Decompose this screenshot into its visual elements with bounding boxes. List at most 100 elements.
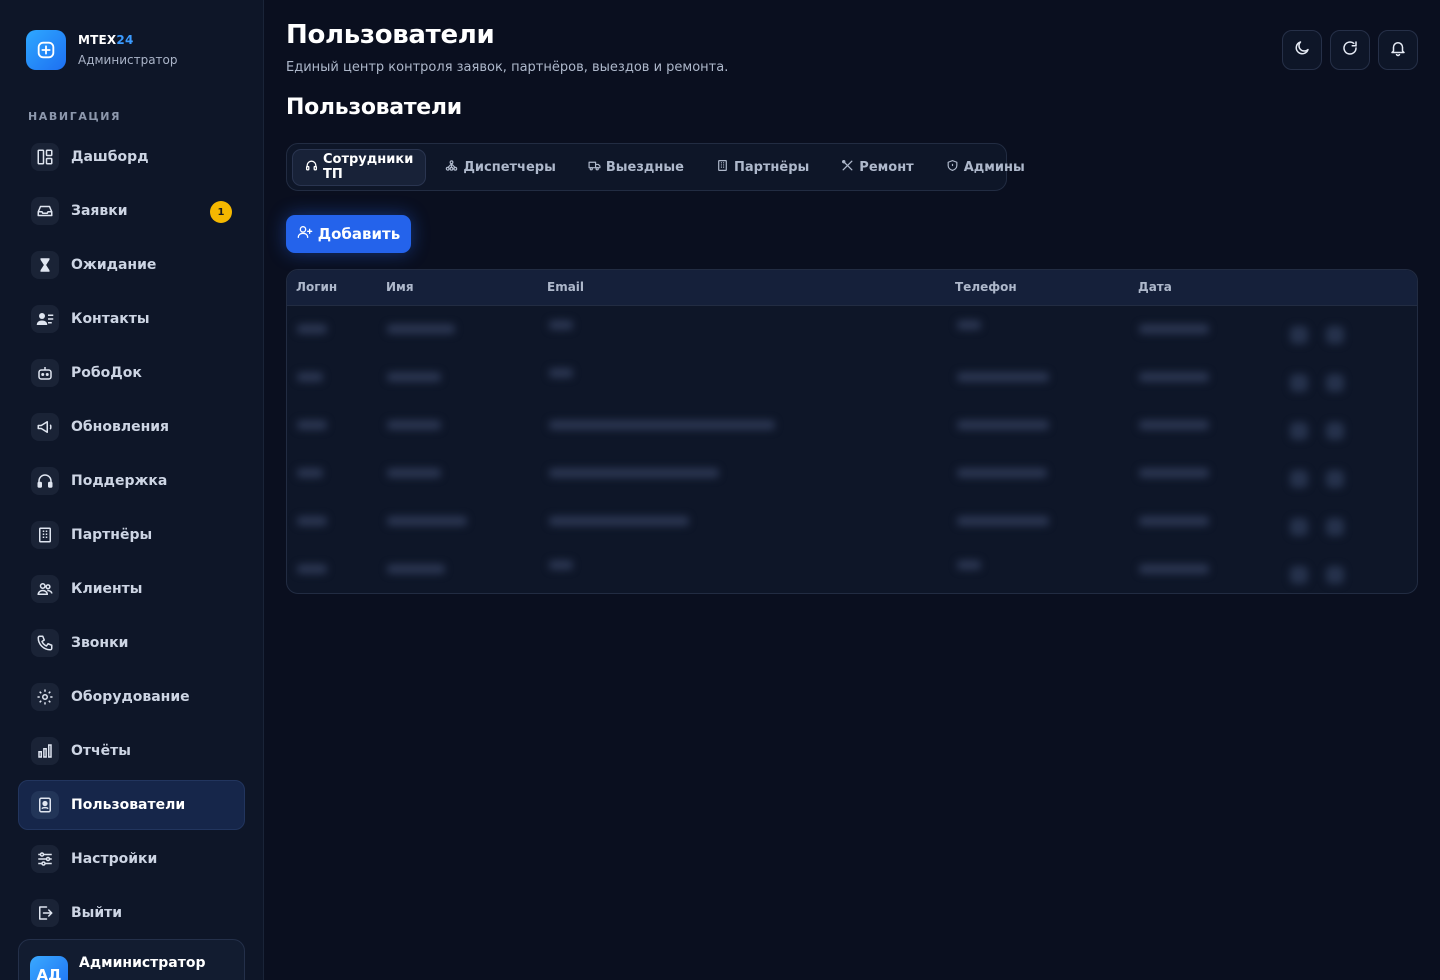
tab-admins[interactable]: Админы bbox=[933, 149, 1038, 186]
sidebar: MTEX24 Администратор НАВИГАЦИЯ Дашборд З… bbox=[0, 0, 264, 980]
robot-icon bbox=[31, 359, 59, 387]
table-row[interactable] bbox=[287, 498, 1417, 546]
tab-dispatchers[interactable]: Диспетчеры bbox=[432, 149, 569, 186]
table-row[interactable] bbox=[287, 450, 1417, 498]
add-user-label: Добавить bbox=[317, 225, 401, 243]
sidebar-item-label: Контакты bbox=[71, 311, 150, 327]
contacts-icon bbox=[31, 305, 59, 333]
moon-icon bbox=[1293, 39, 1311, 61]
column-header-email[interactable]: Email bbox=[547, 280, 584, 294]
sidebar-item-reports[interactable]: Отчёты bbox=[18, 726, 245, 776]
tab-label: Сотрудники ТП bbox=[323, 152, 414, 182]
table-header: Логин Имя Email Телефон Дата bbox=[287, 270, 1417, 306]
refresh-icon bbox=[1341, 39, 1359, 61]
sidebar-item-clients[interactable]: Клиенты bbox=[18, 564, 245, 614]
tab-label: Админы bbox=[963, 159, 1025, 175]
sidebar-item-label: Отчёты bbox=[71, 743, 131, 759]
sidebar-item-label: Партнёры bbox=[71, 527, 153, 543]
table-row[interactable] bbox=[287, 354, 1417, 402]
sidebar-item-label: Звонки bbox=[71, 635, 129, 651]
table-body-blurred bbox=[287, 306, 1417, 593]
network-icon bbox=[445, 159, 458, 176]
sidebar-item-label: Настройки bbox=[71, 851, 158, 867]
sidebar-item-label: Клиенты bbox=[71, 581, 143, 597]
sidebar-item-label: Дашборд bbox=[71, 149, 149, 165]
dashboard-icon bbox=[31, 143, 59, 171]
logo-icon bbox=[26, 30, 66, 70]
notifications-button[interactable] bbox=[1378, 30, 1418, 70]
tab-repair[interactable]: Ремонт bbox=[828, 149, 926, 186]
column-header-date[interactable]: Дата bbox=[1138, 280, 1172, 294]
sidebar-item-settings[interactable]: Настройки bbox=[18, 834, 245, 884]
avatar: АД bbox=[30, 956, 68, 980]
add-user-button[interactable]: Добавить bbox=[286, 215, 411, 253]
sidebar-item-support[interactable]: Поддержка bbox=[18, 456, 245, 506]
tab-partners[interactable]: Партнёры bbox=[703, 149, 822, 186]
user-type-tabs: Сотрудники ТП Диспетчеры Выездные Партнё… bbox=[286, 143, 1025, 191]
requests-count-badge: 1 bbox=[210, 201, 232, 223]
tools-icon bbox=[841, 159, 854, 176]
table-row[interactable] bbox=[287, 306, 1417, 354]
megaphone-icon bbox=[31, 413, 59, 441]
sidebar-nav: Дашборд Заявки 1 Ожидание Контакты РобоД… bbox=[18, 132, 245, 942]
theme-toggle-button[interactable] bbox=[1282, 30, 1322, 70]
tab-field-staff[interactable]: Выездные bbox=[575, 149, 697, 186]
sidebar-item-label: Заявки bbox=[71, 203, 128, 219]
gear-icon bbox=[31, 683, 59, 711]
brand-name: MTEX24 bbox=[78, 33, 134, 47]
sidebar-item-label: Поддержка bbox=[71, 473, 168, 489]
inbox-icon bbox=[31, 197, 59, 225]
tab-support-staff[interactable]: Сотрудники ТП bbox=[292, 148, 427, 186]
column-header-name[interactable]: Имя bbox=[386, 280, 414, 294]
sidebar-item-requests[interactable]: Заявки 1 bbox=[18, 186, 245, 236]
truck-icon bbox=[588, 159, 601, 176]
sidebar-item-equipment[interactable]: Оборудование bbox=[18, 672, 245, 722]
hourglass-icon bbox=[31, 251, 59, 279]
current-user-card[interactable]: АД Администратор bbox=[18, 939, 245, 980]
brand[interactable]: MTEX24 Администратор bbox=[26, 30, 178, 70]
logout-icon bbox=[31, 899, 59, 927]
sidebar-item-partners[interactable]: Партнёры bbox=[18, 510, 245, 560]
brand-role: Администратор bbox=[78, 53, 178, 67]
sidebar-item-users[interactable]: Пользователи bbox=[18, 780, 245, 830]
sidebar-item-label: Выйти bbox=[71, 905, 123, 921]
header-actions bbox=[1282, 30, 1418, 70]
users-table: Логин Имя Email Телефон Дата bbox=[286, 269, 1418, 594]
sidebar-item-contacts[interactable]: Контакты bbox=[18, 294, 245, 344]
sidebar-item-updates[interactable]: Обновления bbox=[18, 402, 245, 452]
refresh-button[interactable] bbox=[1330, 30, 1370, 70]
sidebar-item-label: Оборудование bbox=[71, 689, 190, 705]
bar-chart-icon bbox=[31, 737, 59, 765]
sidebar-item-label: РобоДок bbox=[71, 365, 142, 381]
current-user-name: Администратор bbox=[79, 955, 206, 971]
sidebar-item-robodoc[interactable]: РобоДок bbox=[18, 348, 245, 398]
headset-icon bbox=[31, 467, 59, 495]
headset-icon bbox=[305, 159, 318, 176]
sidebar-item-logout[interactable]: Выйти bbox=[18, 888, 245, 938]
tab-label: Партнёры bbox=[733, 159, 810, 175]
sidebar-item-waiting[interactable]: Ожидание bbox=[18, 240, 245, 290]
phone-icon bbox=[31, 629, 59, 657]
users-icon bbox=[31, 575, 59, 603]
building-icon bbox=[31, 521, 59, 549]
table-row[interactable] bbox=[287, 402, 1417, 450]
tab-label: Диспетчеры bbox=[463, 159, 556, 175]
table-row[interactable] bbox=[287, 546, 1417, 593]
sidebar-item-dashboard[interactable]: Дашборд bbox=[18, 132, 245, 182]
nav-section-title: НАВИГАЦИЯ bbox=[28, 110, 122, 123]
sidebar-item-label: Обновления bbox=[71, 419, 170, 435]
user-card-icon bbox=[31, 791, 59, 819]
tab-label: Ремонт bbox=[859, 159, 914, 175]
tab-label: Выездные bbox=[605, 159, 684, 175]
sidebar-item-calls[interactable]: Звонки bbox=[18, 618, 245, 668]
sidebar-item-label: Ожидание bbox=[71, 257, 157, 273]
shield-icon bbox=[946, 159, 959, 176]
column-header-login[interactable]: Логин bbox=[296, 280, 337, 294]
sidebar-item-label: Пользователи bbox=[71, 797, 186, 813]
sliders-icon bbox=[31, 845, 59, 873]
user-plus-icon bbox=[297, 224, 313, 244]
column-header-phone[interactable]: Телефон bbox=[955, 280, 1017, 294]
page-title: Пользователи bbox=[286, 20, 495, 50]
page-subtitle: Единый центр контроля заявок, партнёров,… bbox=[286, 60, 729, 75]
bell-icon bbox=[1389, 39, 1407, 61]
